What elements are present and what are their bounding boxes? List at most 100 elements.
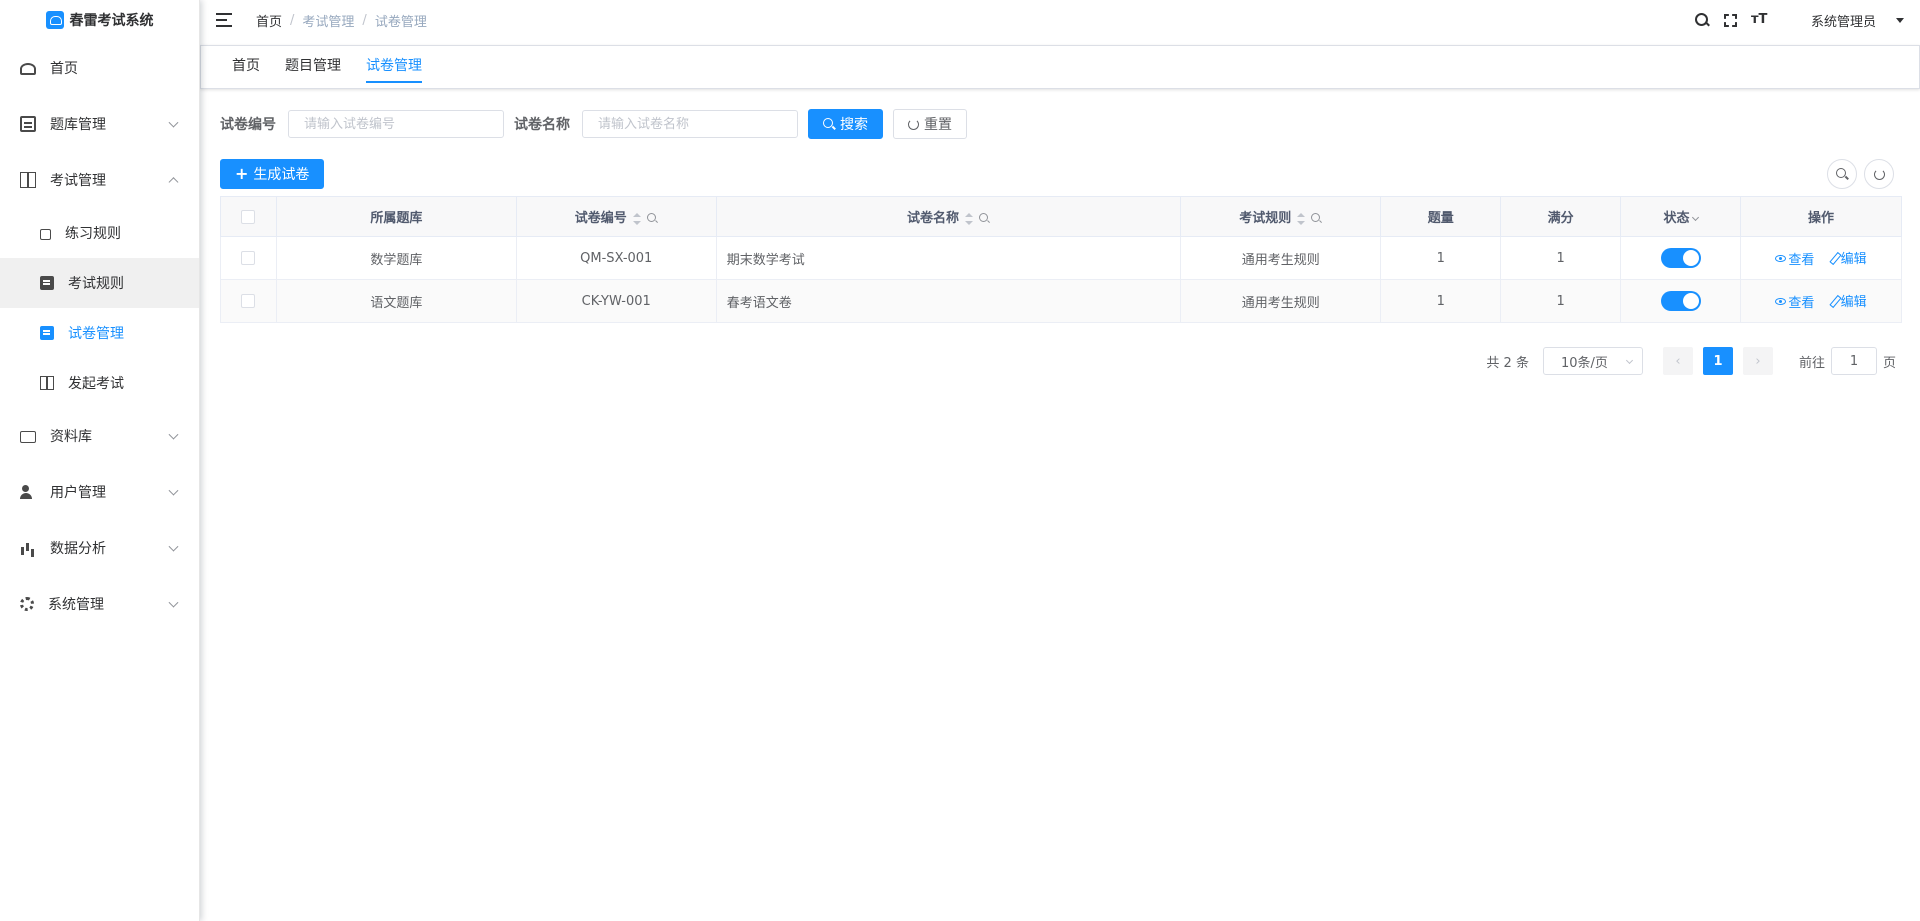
page-suffix: 页: [1882, 355, 1896, 371]
column-header[interactable]: 试卷编号: [515, 196, 717, 237]
book-open-icon: [20, 172, 36, 188]
select-all-checkbox[interactable]: [241, 209, 256, 224]
chevron-down-icon: [168, 117, 179, 128]
column-header: 满分: [1500, 196, 1622, 237]
paper-code-input[interactable]: [288, 110, 504, 138]
generate-paper-label: 生成试卷: [253, 167, 310, 183]
page-number-current[interactable]: 1: [1702, 347, 1733, 375]
edit-link[interactable]: 编辑: [1829, 248, 1867, 267]
generate-paper-button[interactable]: + 生成试卷: [220, 159, 325, 189]
search-button[interactable]: 搜索: [808, 109, 883, 139]
reset-button-label: 重置: [924, 117, 952, 133]
column-header-label: 所属题库: [370, 211, 423, 226]
row-checkbox[interactable]: [241, 294, 256, 308]
sidebar-item-library[interactable]: 资料库: [0, 408, 199, 464]
search-icon[interactable]: [1311, 213, 1322, 224]
eye-icon: [1775, 255, 1787, 263]
column-header-label: 满分: [1547, 211, 1574, 226]
sidebar-item-label: 首页: [50, 61, 78, 77]
sidebar-item-user-management[interactable]: 用户管理: [0, 464, 199, 520]
folder-word-icon: [20, 431, 36, 443]
eye-icon: [1775, 298, 1787, 306]
name-cell: 期末数学考试: [715, 236, 1182, 280]
refresh-icon: [1873, 168, 1885, 180]
paper-name-input[interactable]: [582, 110, 798, 138]
column-header[interactable]: 状态: [1620, 196, 1742, 237]
search-icon[interactable]: [979, 213, 990, 224]
sidebar-item-system-management[interactable]: 系统管理: [0, 576, 199, 632]
user-menu[interactable]: 系统管理员: [1811, 11, 1876, 30]
sidebar-subitem-label: 发起考试: [68, 376, 124, 392]
paper-table: 所属题库 试卷编号 试卷名称 考试规则 题量 满分 状态 操作 数学题库 QM-…: [220, 196, 1902, 323]
status-cell: [1620, 279, 1742, 323]
view-link[interactable]: 查看: [1775, 249, 1814, 268]
sidebar-item-label: 题库管理: [50, 117, 106, 133]
goto-page-input[interactable]: [1830, 347, 1877, 375]
breadcrumb: 首页 / 考试管理 / 试卷管理: [256, 11, 427, 30]
hamburger-icon[interactable]: [216, 13, 234, 27]
fullscreen-icon[interactable]: [1723, 13, 1737, 27]
main-content: 试卷编号 试卷名称 搜索 重置 + 生成试卷 所属题库 试卷编号: [220, 108, 1902, 375]
column-header[interactable]: 考试规则: [1180, 196, 1382, 237]
search-icon[interactable]: [646, 213, 658, 224]
tag-question-management[interactable]: 题目管理: [285, 45, 341, 89]
sort-icon[interactable]: [1297, 212, 1306, 225]
users-icon: [20, 484, 36, 500]
toggle-search-button[interactable]: [1827, 159, 1857, 189]
column-header-label: 状态: [1663, 211, 1690, 226]
search-icon[interactable]: [1694, 12, 1710, 28]
caret-down-icon[interactable]: [1896, 17, 1904, 23]
breadcrumb-home[interactable]: 首页: [256, 11, 282, 30]
column-header[interactable]: 试卷名称: [715, 196, 1182, 237]
row-checkbox[interactable]: [241, 251, 256, 265]
goto-label: 前往: [1798, 355, 1825, 371]
refresh-button[interactable]: [1864, 159, 1894, 189]
status-toggle[interactable]: [1660, 291, 1701, 311]
paper-name-label: 试卷名称: [514, 117, 570, 133]
page-size-value: 10条/页: [1560, 355, 1608, 371]
book-icon: [40, 376, 54, 390]
bank-cell: 数学题库: [275, 236, 517, 280]
code-cell: CK-YW-001: [515, 279, 717, 323]
page-size-select[interactable]: 10条/页: [1542, 347, 1643, 375]
column-header: 所属题库: [275, 196, 517, 237]
logo[interactable]: 春雷考试系统: [0, 0, 199, 40]
breadcrumb-paper-management: 试卷管理: [374, 14, 427, 30]
search-form: 试卷编号 试卷名称 搜索 重置: [220, 108, 1902, 140]
sort-icon[interactable]: [965, 212, 974, 225]
font-size-icon[interactable]: ᴛT: [1751, 12, 1767, 28]
tag-paper-management[interactable]: 试卷管理: [366, 45, 422, 89]
actions-cell: 查看 编辑: [1740, 279, 1902, 323]
sidebar-item-data-analysis[interactable]: 数据分析: [0, 520, 199, 576]
filter-icon[interactable]: [1691, 213, 1699, 222]
actions-cell: 查看 编辑: [1740, 236, 1902, 280]
edit-icon: [1829, 295, 1839, 305]
tag-home[interactable]: 首页: [232, 45, 260, 89]
sidebar-subitem-practice-rules[interactable]: 练习规则: [0, 208, 199, 258]
rule-cell: 通用考生规则: [1180, 236, 1382, 280]
next-page-button[interactable]: ›: [1742, 347, 1773, 375]
sidebar-subitem-start-exam[interactable]: 发起考试: [0, 358, 199, 408]
view-link[interactable]: 查看: [1775, 292, 1814, 311]
table-row: 数学题库 QM-SX-001 期末数学考试 通用考生规则 1 1 查看 编辑: [220, 236, 1902, 280]
plus-icon: +: [235, 164, 249, 183]
sort-icon[interactable]: [632, 212, 641, 225]
status-toggle[interactable]: [1660, 248, 1701, 268]
sidebar-subitem-label: 考试规则: [68, 276, 124, 292]
sidebar-subitem-paper-management[interactable]: 试卷管理: [0, 308, 199, 358]
edit-link[interactable]: 编辑: [1829, 291, 1867, 310]
sidebar-item-question-bank[interactable]: 题库管理: [0, 96, 199, 152]
code-cell: QM-SX-001: [515, 236, 717, 280]
prev-page-button[interactable]: ‹: [1662, 347, 1693, 375]
app-title: 春雷考试系统: [69, 13, 154, 29]
sidebar-item-exam-management[interactable]: 考试管理: [0, 152, 199, 208]
sidebar-subitem-exam-rules[interactable]: 考试规则: [0, 258, 199, 308]
select-cell: [220, 279, 277, 323]
column-header-label: 操作: [1808, 211, 1835, 226]
count-cell: 1: [1380, 236, 1502, 280]
column-header-label: 试卷名称: [907, 211, 960, 226]
document-icon: [20, 116, 36, 132]
reset-button[interactable]: 重置: [893, 109, 967, 139]
sidebar-item-home[interactable]: 首页: [0, 40, 199, 96]
pagination: 共 2 条 10条/页 ‹ 1 › 前往 页: [220, 347, 1902, 375]
